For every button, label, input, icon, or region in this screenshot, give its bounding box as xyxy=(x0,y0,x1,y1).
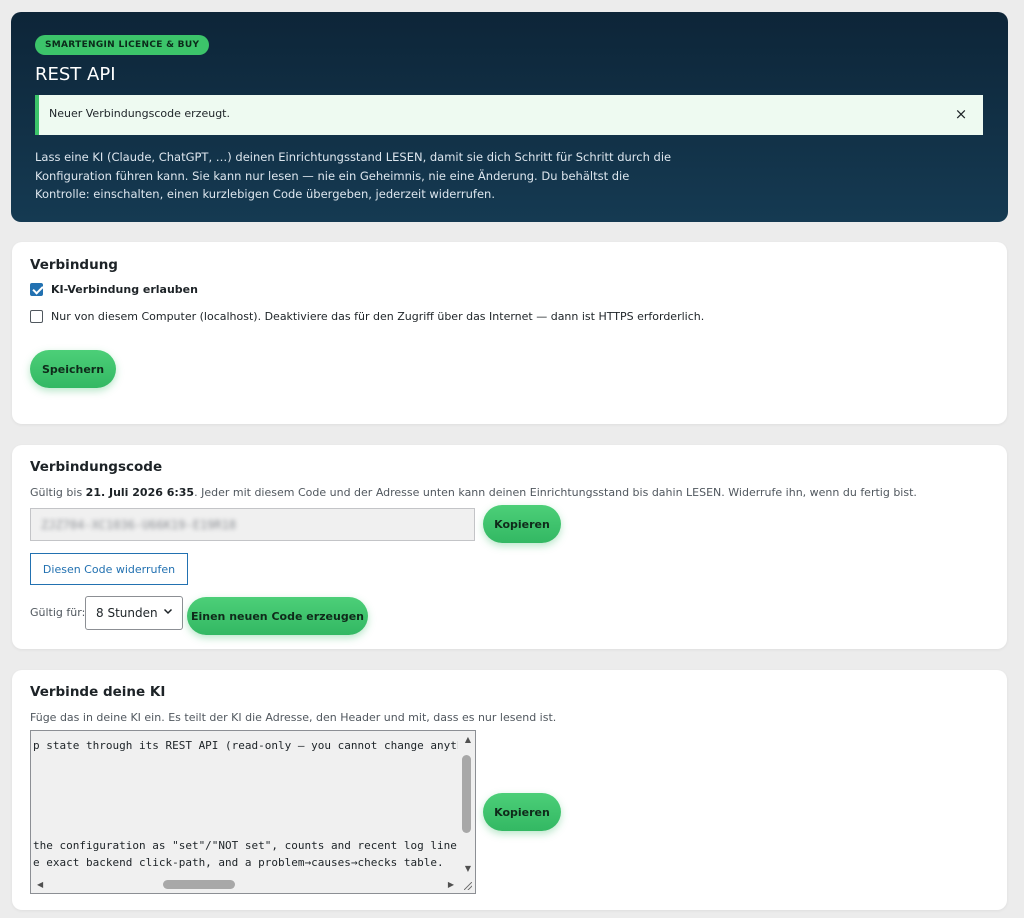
generate-code-button[interactable]: Einen neuen Code erzeugen xyxy=(187,597,368,635)
valid-for-label: Gültig für: xyxy=(30,606,86,619)
connection-card: Verbindung KI-Verbindung erlauben Nur vo… xyxy=(12,242,1007,424)
close-icon[interactable]: × xyxy=(951,104,971,124)
scroll-up-icon[interactable]: ▲ xyxy=(465,735,471,745)
connect-ai-card: Verbinde deine KI Füge das in deine KI e… xyxy=(12,670,1007,910)
save-button[interactable]: Speichern xyxy=(30,350,116,388)
localhost-checkbox[interactable] xyxy=(30,310,43,323)
prompt-line: e exact backend click-path, and a proble… xyxy=(33,856,444,869)
scroll-down-icon[interactable]: ▼ xyxy=(465,864,471,874)
success-notice: Neuer Verbindungscode erzeugt. × xyxy=(35,95,983,135)
duration-value: 8 Stunden xyxy=(96,606,158,620)
chevron-down-icon xyxy=(163,606,173,619)
page-title: REST API xyxy=(35,64,116,85)
code-value: ZJZ704-XC1036-U66K19-E19R18 xyxy=(41,517,237,532)
scroll-right-icon[interactable]: ▶ xyxy=(448,880,454,890)
prompt-line: the configuration as "set"/"NOT set", co… xyxy=(33,839,471,852)
brand-badge: SMARTENGIN LICENCE & BUY xyxy=(35,35,210,55)
allow-ai-checkbox[interactable] xyxy=(30,283,43,296)
allow-ai-row[interactable]: KI-Verbindung erlauben xyxy=(30,283,198,296)
allow-ai-label[interactable]: KI-Verbindung erlauben xyxy=(51,283,198,296)
connect-title: Verbinde deine KI xyxy=(30,684,166,700)
copy-code-button[interactable]: Kopieren xyxy=(483,505,561,543)
code-validity-text: Gültig bis 21. Juli 2026 6:35. Jeder mit… xyxy=(30,486,917,499)
page-header: SMARTENGIN LICENCE & BUY REST API Neuer … xyxy=(11,12,1008,222)
copy-prompt-button[interactable]: Kopieren xyxy=(483,793,561,831)
connection-title: Verbindung xyxy=(30,257,118,273)
vertical-scrollbar[interactable]: ▲ ▼ xyxy=(458,731,475,878)
vertical-scroll-thumb[interactable] xyxy=(462,755,471,833)
code-card: Verbindungscode Gültig bis 21. Juli 2026… xyxy=(12,445,1007,649)
revoke-code-button[interactable]: Diesen Code widerrufen xyxy=(30,553,188,585)
localhost-row[interactable]: Nur von diesem Computer (localhost). Dea… xyxy=(30,310,704,323)
horizontal-scrollbar[interactable]: ◀ ▶ xyxy=(31,876,460,893)
connect-desc: Füge das in deine KI ein. Es teilt der K… xyxy=(30,711,557,724)
localhost-label[interactable]: Nur von diesem Computer (localhost). Dea… xyxy=(51,310,704,323)
prompt-line: p state through its REST API (read-only … xyxy=(33,739,471,752)
intro-text: Lass eine KI (Claude, ChatGPT, …) deinen… xyxy=(35,150,672,201)
valid-until: 21. Juli 2026 6:35 xyxy=(85,486,195,499)
code-title: Verbindungscode xyxy=(30,459,163,475)
duration-select[interactable]: 8 Stunden xyxy=(85,596,183,630)
notice-text: Neuer Verbindungscode erzeugt. xyxy=(49,107,230,120)
horizontal-scroll-thumb[interactable] xyxy=(163,880,235,889)
prompt-textarea[interactable]: p state through its REST API (read-only … xyxy=(30,730,476,894)
scroll-left-icon[interactable]: ◀ xyxy=(37,880,43,890)
resize-handle-icon[interactable] xyxy=(458,876,475,893)
code-field[interactable]: ZJZ704-XC1036-U66K19-E19R18 xyxy=(30,508,475,541)
